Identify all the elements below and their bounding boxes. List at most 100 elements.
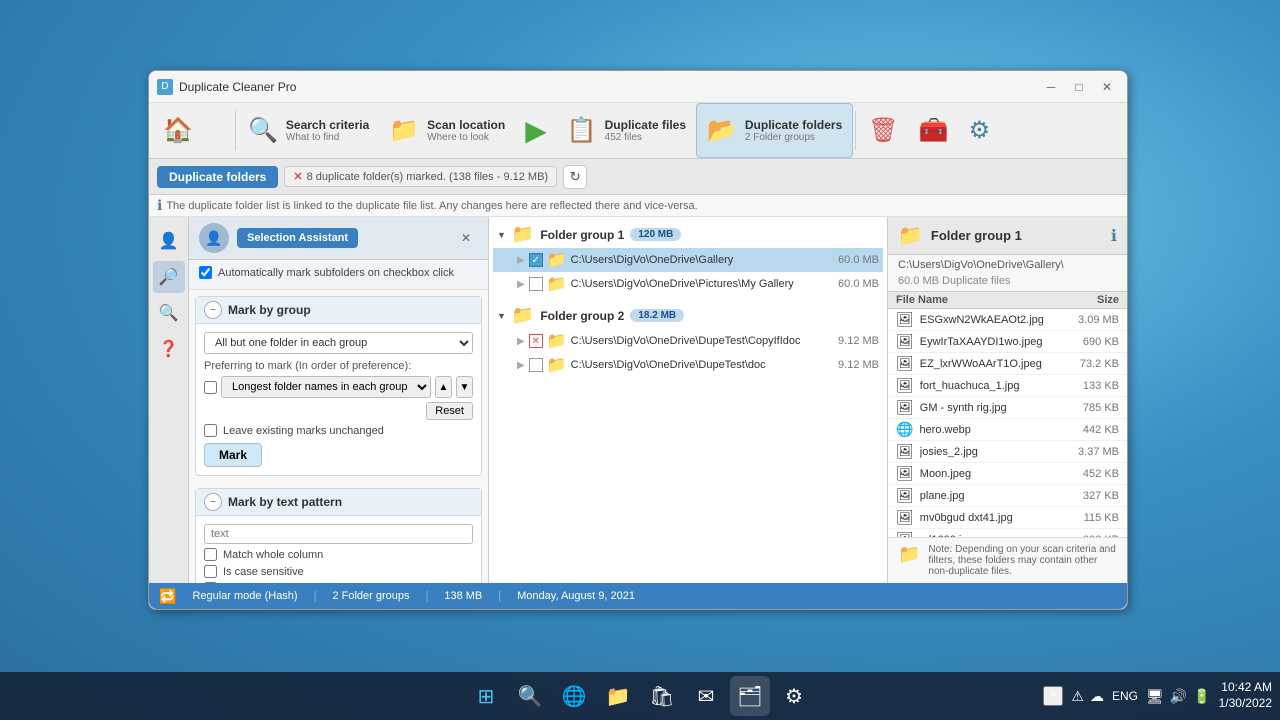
dup-files-label: Duplicate files	[605, 118, 686, 132]
file-size: 452 KB	[1083, 468, 1119, 480]
minimize-button[interactable]: ─	[1039, 77, 1063, 97]
tray-monitor-icon: 🖥	[1146, 688, 1164, 705]
sidebar-profile-button[interactable]: 👤	[153, 225, 185, 257]
taskbar-store-button[interactable]: 🛍	[642, 676, 682, 716]
file-name: Moon.jpeg	[920, 468, 1077, 480]
sidebar-help-button[interactable]: ❓	[153, 333, 185, 365]
close-button[interactable]: ✕	[1095, 77, 1119, 97]
section-header-group[interactable]: − Mark by group	[196, 297, 481, 324]
taskbar-search-button[interactable]: 🔍	[510, 676, 550, 716]
file-size: 3.37 MB	[1078, 446, 1119, 458]
use-regex-checkbox[interactable]	[204, 582, 217, 583]
refresh-button[interactable]: ↻	[563, 165, 587, 189]
group-dropdown[interactable]: All but one folder in each group	[204, 332, 473, 354]
duplicate-folders-tab[interactable]: Duplicate folders	[157, 166, 278, 188]
folder-item-1-2[interactable]: ▶ 📁 C:\Users\DigVo\OneDrive\Pictures\My …	[493, 272, 883, 296]
mark-group-button[interactable]: Mark	[204, 443, 262, 467]
folder-group-2-header[interactable]: ▼ 📁 Folder group 2 18.2 MB	[493, 302, 883, 329]
file-row[interactable]: 🖼Moon.jpeg452 KB	[888, 463, 1127, 485]
scan-location-button[interactable]: 📁 Scan location Where to look	[379, 103, 515, 158]
taskbar-center: ⊞ 🔍 🌐 📁 🛍 ✉ 🗂 ⚙	[466, 676, 814, 716]
file-row[interactable]: 🖼fort_huachuca_1.jpg133 KB	[888, 375, 1127, 397]
settings-button[interactable]: ⚙	[959, 103, 1001, 158]
auto-mark-checkbox[interactable]	[199, 266, 212, 279]
leave-existing-label-group[interactable]: Leave existing marks unchanged	[204, 424, 473, 437]
duplicate-folders-button[interactable]: 📂 Duplicate folders 2 Folder groups	[696, 103, 853, 158]
case-sensitive-checkbox[interactable]	[204, 565, 217, 578]
folder-item-1-1[interactable]: ▶ ✓ 📁 C:\Users\DigVo\OneDrive\Gallery 60…	[493, 248, 883, 272]
file-row[interactable]: 🖼 josies_2.jpg 3.37 MB	[888, 441, 1127, 463]
collapse-group-button[interactable]: −	[204, 301, 222, 319]
file-size: 785 KB	[1083, 402, 1119, 414]
taskbar-edge-button[interactable]: 🌐	[554, 676, 594, 716]
use-regex-label[interactable]: Use Regular Expressions	[204, 582, 473, 583]
search-criteria-sub: What to find	[286, 132, 369, 143]
file-row[interactable]: 🖼s-l1600.jpeg666 KB	[888, 529, 1127, 537]
maximize-button[interactable]: □	[1067, 77, 1091, 97]
pref-down-button[interactable]: ▼	[456, 376, 473, 398]
file-row[interactable]: 🖼EZ_lxrWWoAArT1O.jpeg73.2 KB	[888, 353, 1127, 375]
expand-icon-2: ▼	[497, 311, 506, 321]
file-type-icon: 🖼	[896, 443, 914, 460]
sidebar-filter-button[interactable]: 🔎	[153, 261, 185, 293]
sidebar-search-button[interactable]: 🔍	[153, 297, 185, 329]
delete-icon: 🗑	[868, 116, 898, 145]
section-body-group: All but one folder in each group Preferr…	[196, 324, 481, 475]
folder-checkbox-2-1[interactable]: ✕	[529, 334, 543, 348]
file-row[interactable]: 🖼plane.jpg327 KB	[888, 485, 1127, 507]
collapse-text-button[interactable]: −	[204, 493, 222, 511]
duplicate-files-button[interactable]: 📋 Duplicate files 452 files	[557, 103, 696, 158]
folder-checkbox-1-2[interactable]	[529, 277, 543, 291]
panel-close-button[interactable]: ✕	[454, 228, 478, 248]
file-name: josies_2.jpg	[920, 446, 1072, 458]
text-pattern-input[interactable]	[204, 524, 473, 544]
folder-size-1-2: 60.0 MB	[838, 278, 879, 290]
archive-icon: 🧰	[919, 116, 949, 145]
match-whole-label[interactable]: Match whole column	[204, 548, 473, 561]
right-panel-title: Folder group 1	[931, 228, 1022, 243]
folder-icon-1-2: 📁	[547, 274, 567, 294]
leave-existing-text-group: Leave existing marks unchanged	[223, 425, 384, 437]
run-button[interactable]: ▶	[515, 103, 557, 158]
folder-checkbox-1-1[interactable]: ✓	[529, 253, 543, 267]
file-row[interactable]: 🌐hero.webp442 KB	[888, 419, 1127, 441]
archive-button[interactable]: 🧰	[909, 103, 959, 158]
file-name: EZ_lxrWWoAArT1O.jpeg	[920, 358, 1074, 370]
match-whole-checkbox[interactable]	[204, 548, 217, 561]
tray-expand-button[interactable]: ^	[1043, 686, 1063, 706]
search-criteria-button[interactable]: 🔍 Search criteria What to find	[238, 103, 379, 158]
folder-item-2-1[interactable]: ▶ ✕ 📁 C:\Users\DigVo\OneDrive\DupeTest\C…	[493, 329, 883, 353]
status-mode: Regular mode (Hash)	[192, 590, 297, 602]
badge-info: ✕ 8 duplicate folder(s) marked. (138 fil…	[284, 166, 557, 187]
panel-header: 👤 Selection Assistant ✕	[189, 217, 488, 260]
toolbar-separator-2	[855, 111, 856, 150]
taskbar-dc-button[interactable]: 🗂	[730, 676, 770, 716]
folder-item-2-2[interactable]: ▶ 📁 C:\Users\DigVo\OneDrive\DupeTest\doc…	[493, 353, 883, 377]
taskbar-settings-button[interactable]: ⚙	[774, 676, 814, 716]
start-button[interactable]: ⊞	[466, 676, 506, 716]
leave-existing-checkbox-group[interactable]	[204, 424, 217, 437]
pref-dropdown[interactable]: Longest folder names in each group	[221, 376, 431, 398]
home-button[interactable]: 🏠	[153, 103, 233, 158]
file-row[interactable]: 🖼ESGxwN2WkAEAOt2.jpg3.09 MB	[888, 309, 1127, 331]
file-row[interactable]: 🖼GM - synth rig.jpg785 KB	[888, 397, 1127, 419]
pref-checkbox[interactable]	[204, 381, 217, 394]
delete-button[interactable]: 🗑	[858, 103, 908, 158]
file-size: 690 KB	[1083, 336, 1119, 348]
taskbar-mail-button[interactable]: ✉	[686, 676, 726, 716]
folder-group-1-header[interactable]: ▼ 📁 Folder group 1 120 MB	[493, 221, 883, 248]
file-row[interactable]: 🖼EywIrTaXAAYDI1wo.jpeg690 KB	[888, 331, 1127, 353]
taskbar-files-button[interactable]: 📁	[598, 676, 638, 716]
scan-location-label: Scan location	[427, 118, 505, 132]
folder-checkbox-2-2[interactable]	[529, 358, 543, 372]
selection-assistant-button[interactable]: Selection Assistant	[237, 228, 358, 248]
file-row[interactable]: 🖼mv0bgud dxt41.jpg115 KB	[888, 507, 1127, 529]
run-icon: ▶	[525, 114, 547, 147]
taskbar-right: ^ ⚠ ☁ ENG 🖥 🔊 🔋 10:42 AM 1/30/2022	[1043, 680, 1272, 711]
section-header-text[interactable]: − Mark by text pattern	[196, 489, 481, 516]
case-sensitive-label[interactable]: Is case sensitive	[204, 565, 473, 578]
reset-button[interactable]: Reset	[426, 402, 473, 420]
auto-mark-label[interactable]: Automatically mark subfolders on checkbo…	[199, 266, 478, 279]
search-criteria-label: Search criteria	[286, 118, 369, 132]
pref-up-button[interactable]: ▲	[435, 376, 452, 398]
